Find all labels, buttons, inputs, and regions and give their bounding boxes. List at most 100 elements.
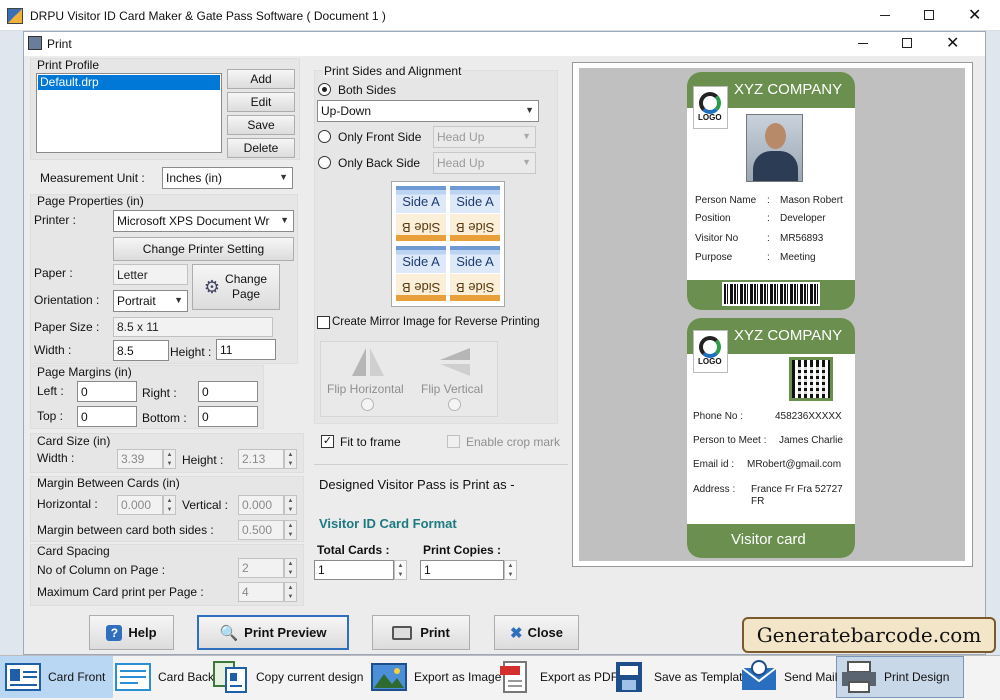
toolbar-print-design[interactable]: Print Design [840, 656, 949, 698]
app-background-left [0, 31, 23, 655]
page-width-input[interactable]: 8.5 [113, 340, 169, 361]
profile-list-item[interactable]: Default.drp [38, 75, 220, 90]
copy-design-icon [213, 661, 247, 693]
back-align-select[interactable]: Head Up ▼ [433, 152, 536, 174]
height-label: Height : [170, 345, 212, 359]
vertical-margin-stepper[interactable]: ▲ ▼ [284, 495, 297, 515]
card-row-key: Person Name [695, 195, 757, 206]
top-margin-input[interactable]: 0 [77, 406, 137, 427]
columns-stepper[interactable]: ▲ ▼ [284, 558, 297, 578]
bottom-margin-label: Bottom : [142, 411, 187, 425]
card-spacing-label: Card Spacing [37, 544, 110, 558]
card-row-value: Meeting [780, 252, 816, 263]
card-back-company-name: XYZ COMPANY [734, 327, 843, 344]
card-width-stepper[interactable]: ▲ ▼ [163, 449, 176, 469]
right-margin-label: Right : [142, 386, 177, 400]
both-sides-margin-input[interactable]: 0.500 [238, 520, 284, 540]
horizontal-margin-stepper[interactable]: ▲ ▼ [163, 495, 176, 515]
print-format-name: Visitor ID Card Format [319, 516, 457, 531]
paper-size-label: Paper Size : [34, 320, 100, 334]
print-copies-label: Print Copies : [423, 543, 502, 557]
card-footer-text: Visitor card [731, 531, 806, 548]
measurement-unit-select[interactable]: Inches (in) ▼ [162, 167, 293, 189]
toolbar-card-front[interactable]: Card Front [4, 656, 105, 698]
edit-profile-button[interactable]: Edit [227, 92, 295, 112]
page-height-input[interactable]: 11 [216, 339, 276, 360]
toolbar-export-pdf[interactable]: Export as PDF [496, 656, 618, 698]
flip-vertical-radio[interactable] [448, 398, 461, 411]
flip-horizontal-radio[interactable] [361, 398, 374, 411]
print-button[interactable]: Print [372, 615, 470, 650]
crop-mark-checkbox[interactable] [447, 435, 460, 448]
change-page-button[interactable]: ⚙ Change Page [192, 264, 280, 310]
max-cards-stepper[interactable]: ▲ ▼ [284, 582, 297, 602]
toolbar-card-back[interactable]: Card Back [114, 656, 214, 698]
dialog-title: Print [47, 37, 72, 51]
front-side-label: Only Front Side [338, 130, 422, 144]
logo-icon [699, 336, 721, 358]
bottom-margin-input[interactable]: 0 [198, 406, 258, 427]
card-height-input[interactable]: 2.13 [238, 449, 284, 469]
side-b-tile: Side B [396, 214, 446, 241]
print-preview-button[interactable]: 🔍 Print Preview [197, 615, 349, 650]
columns-input[interactable]: 2 [238, 558, 284, 578]
card-row-value: MR56893 [780, 233, 824, 244]
total-cards-input[interactable]: 1 [314, 560, 394, 580]
both-sides-radio[interactable] [318, 83, 331, 96]
photo-head [765, 123, 786, 149]
max-cards-input[interactable]: 4 [238, 582, 284, 602]
dialog-close-icon[interactable]: ✕ [946, 33, 959, 53]
toolbar-copy-design[interactable]: Copy current design [212, 656, 363, 698]
card-row-sep: : [767, 195, 770, 206]
fit-to-frame-label: Fit to frame [340, 435, 401, 449]
front-align-select[interactable]: Head Up ▼ [433, 126, 536, 148]
help-button[interactable]: ? Help [89, 615, 174, 650]
print-copies-input[interactable]: 1 [420, 560, 504, 580]
card-row-key: Position [695, 213, 731, 224]
card-height-stepper[interactable]: ▲ ▼ [284, 449, 297, 469]
print-dialog-icon [28, 36, 42, 50]
vertical-margin-input[interactable]: 0.000 [238, 495, 284, 515]
toolbar-save-template[interactable]: Save as Template [610, 656, 749, 698]
card-width-input[interactable]: 3.39 [117, 449, 163, 469]
toolbar-send-mail[interactable]: Send Mail [740, 656, 837, 698]
both-sides-margin-stepper[interactable]: ▲ ▼ [284, 520, 297, 540]
printer-select[interactable]: Microsoft XPS Document Wr ▼ [113, 210, 294, 232]
both-sides-align-select[interactable]: Up-Down ▼ [317, 100, 539, 122]
right-margin-input[interactable]: 0 [198, 381, 258, 402]
front-side-radio[interactable] [318, 130, 331, 143]
mirror-image-checkbox[interactable] [317, 316, 330, 329]
maximize-icon[interactable] [924, 10, 934, 20]
close-button[interactable]: ✖ Close [494, 615, 579, 650]
fit-to-frame-checkbox[interactable]: ✓ [321, 435, 334, 448]
print-copies-stepper[interactable]: ▲ ▼ [504, 560, 517, 580]
card-row-sep: : [767, 213, 770, 224]
mirror-image-label: Create Mirror Image for Reverse Printing [332, 316, 540, 328]
change-printer-button[interactable]: Change Printer Setting [113, 237, 294, 261]
back-side-radio[interactable] [318, 156, 331, 169]
logo-text: LOGO [698, 357, 722, 366]
flip-vertical-label: Flip Vertical [421, 382, 484, 396]
qr-code [789, 357, 833, 401]
paper-field[interactable]: Letter [113, 264, 188, 285]
paper-size-field[interactable]: 8.5 x 11 [113, 317, 273, 337]
minimize-icon[interactable] [880, 15, 890, 16]
add-profile-button[interactable]: Add [227, 69, 295, 89]
toolbar-export-image[interactable]: Export as Image [370, 656, 501, 698]
side-a-tile: Side A [396, 186, 446, 213]
close-icon[interactable]: ✕ [968, 5, 981, 25]
horizontal-margin-input[interactable]: 0.000 [117, 495, 163, 515]
barcode [722, 282, 820, 306]
card-back-value: MRobert@gmail.com [747, 459, 842, 470]
side-a-tile: Side A [396, 246, 446, 273]
left-margin-input[interactable]: 0 [77, 381, 137, 402]
dialog-minimize-icon[interactable] [858, 43, 868, 44]
photo-body [753, 151, 798, 181]
orientation-select[interactable]: Portrait ▼ [113, 290, 188, 312]
side-a-tile: Side A [450, 246, 500, 273]
margin-between-label: Margin Between Cards (in) [37, 476, 180, 490]
total-cards-stepper[interactable]: ▲ ▼ [394, 560, 407, 580]
dialog-maximize-icon[interactable] [902, 38, 912, 48]
save-profile-button[interactable]: Save [227, 115, 295, 135]
delete-profile-button[interactable]: Delete [227, 138, 295, 158]
